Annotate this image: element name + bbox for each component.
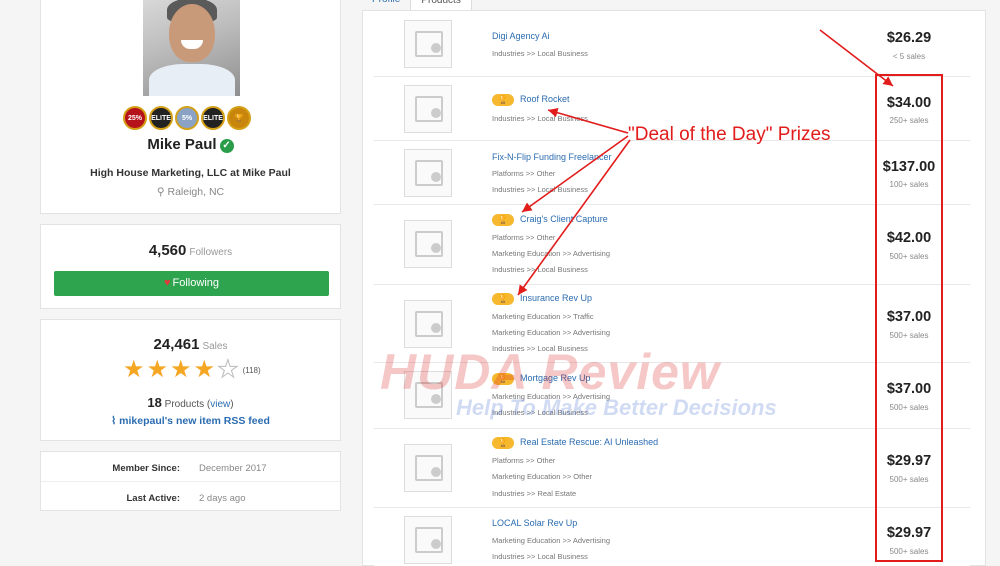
arrow-to-price-box: [819, 29, 894, 87]
arrow-to-insurance-rev-up: [517, 139, 631, 296]
page: 25% ELITE 5% ELITE 🏆 Mike Paul ✓ High Hou…: [0, 0, 1000, 566]
arrow-to-craigs-client-capture: [521, 135, 629, 213]
annotation-arrows: [517, 29, 894, 296]
arrow-to-roof-rocket: [547, 108, 629, 134]
deal-of-the-day-annotation: "Deal of the Day" Prizes: [628, 124, 831, 145]
